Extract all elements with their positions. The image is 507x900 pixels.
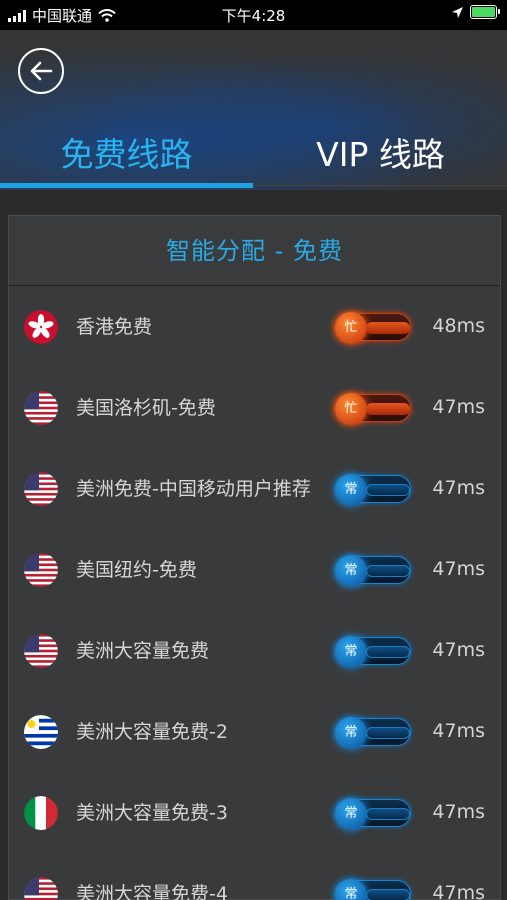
load-indicator-normal: 常	[335, 636, 411, 668]
server-row[interactable]: 美国纽约-免费 常 47ms	[9, 529, 502, 610]
clock: 下午4:28	[221, 7, 286, 25]
usa-flag-icon	[24, 877, 58, 900]
arrow-left-icon	[30, 61, 53, 81]
server-row[interactable]: 美洲大容量免费-4 常 47ms	[9, 853, 502, 900]
hong-kong-flag-icon	[24, 310, 58, 344]
status-bar: 中国联通 下午4:28	[0, 0, 507, 30]
load-bar	[366, 727, 410, 739]
load-status-label: 常	[335, 636, 367, 668]
tab-track	[253, 185, 507, 186]
latency-value: 47ms	[432, 477, 485, 499]
load-bar	[366, 889, 410, 900]
usa-flag-icon	[24, 391, 58, 425]
server-panel: 智能分配 - 免费 香港免费忙 48ms 美国洛杉矶-免费忙 47ms 美洲免费-中国移…	[8, 215, 501, 900]
usa-flag-icon	[24, 553, 58, 587]
header: 免费线路 VIP 线路	[0, 30, 507, 190]
load-indicator-normal: 常	[335, 474, 411, 506]
latency-value: 47ms	[432, 558, 485, 580]
server-name: 美洲大容量免费	[76, 639, 210, 662]
server-name: 美洲大容量免费-2	[76, 720, 228, 743]
load-status-label: 常	[335, 555, 367, 587]
server-row[interactable]: 美洲免费-中国移动用户推荐 常 47ms	[9, 448, 502, 529]
load-indicator-normal: 常	[335, 717, 411, 749]
usa-flag-icon	[24, 472, 58, 506]
server-name: 香港免费	[76, 315, 153, 338]
load-status-label: 常	[335, 798, 367, 830]
load-status-label: 常	[335, 879, 367, 900]
back-button[interactable]	[18, 48, 64, 94]
load-status-label: 忙	[335, 393, 367, 425]
load-indicator-normal: 常	[335, 879, 411, 900]
load-status-label: 常	[335, 717, 367, 749]
route-tabs: 免费线路 VIP 线路	[0, 125, 507, 185]
tab-free-routes[interactable]: 免费线路	[0, 125, 253, 185]
battery-icon	[470, 5, 500, 19]
tab-active-indicator	[0, 183, 253, 188]
load-indicator-busy: 忙	[335, 312, 411, 344]
load-bar	[366, 322, 410, 334]
server-row[interactable]: 美洲大容量免费-2 常 47ms	[9, 691, 502, 772]
server-name: 美洲免费-中国移动用户推荐	[76, 477, 311, 500]
server-row[interactable]: 美洲大容量免费 常 47ms	[9, 610, 502, 691]
latency-value: 47ms	[432, 882, 485, 900]
server-name: 美洲大容量免费-3	[76, 801, 228, 824]
usa-flag-icon	[24, 634, 58, 668]
load-status-label: 忙	[335, 312, 367, 344]
latency-value: 48ms	[432, 315, 485, 337]
server-row[interactable]: 香港免费 忙 48ms	[9, 286, 502, 367]
tab-vip-routes[interactable]: VIP 线路	[254, 125, 507, 185]
location-arrow-icon	[452, 6, 463, 18]
server-name: 美洲大容量免费-4	[76, 882, 228, 900]
server-row[interactable]: 美洲大容量免费-3 常 47ms	[9, 772, 502, 853]
latency-value: 47ms	[432, 720, 485, 742]
server-name: 美国洛杉矶-免费	[76, 396, 216, 419]
load-indicator-busy: 忙	[335, 393, 411, 425]
app-screen: 中国联通 下午4:28 免费线路 VIP 线路 智能分配 - 免费 香港免费 忙…	[0, 0, 507, 900]
status-right	[451, 5, 500, 19]
load-status-label: 常	[335, 474, 367, 506]
load-indicator-normal: 常	[335, 798, 411, 830]
uruguay-flag-icon	[24, 715, 58, 749]
smart-assign-header[interactable]: 智能分配 - 免费	[9, 216, 500, 286]
load-bar	[366, 808, 410, 820]
load-bar	[366, 565, 410, 577]
load-bar	[366, 646, 410, 658]
latency-value: 47ms	[432, 639, 485, 661]
load-indicator-normal: 常	[335, 555, 411, 587]
load-bar	[366, 403, 410, 415]
latency-value: 47ms	[432, 396, 485, 418]
load-bar	[366, 484, 410, 496]
server-row[interactable]: 美国洛杉矶-免费 忙 47ms	[9, 367, 502, 448]
latency-value: 47ms	[432, 801, 485, 823]
italy-flag-icon	[24, 796, 58, 830]
server-name: 美国纽约-免费	[76, 558, 197, 581]
